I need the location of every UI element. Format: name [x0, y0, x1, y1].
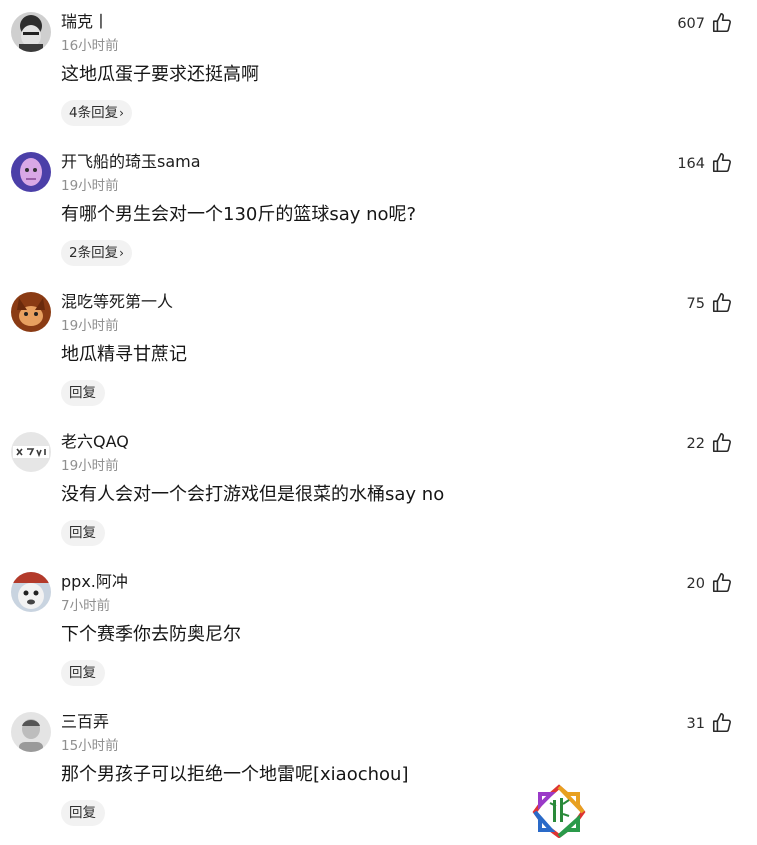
bamboo-logo-icon	[532, 784, 586, 838]
timestamp: 16小时前	[61, 38, 119, 54]
comment-text: 那个男孩子可以拒绝一个地雷呢[xiaochou]	[61, 764, 409, 785]
reply-button[interactable]: 回复	[61, 660, 105, 686]
avatar[interactable]	[11, 292, 51, 332]
comment-text: 这地瓜蛋子要求还挺高啊	[61, 64, 259, 85]
chevron-right-icon: ›	[119, 246, 124, 260]
username[interactable]: 瑞克丨	[61, 11, 109, 33]
timestamp: 19小时前	[61, 178, 119, 194]
comment-item: ppx.阿冲 7小时前 下个赛季你去防奥尼尔 回复 20	[0, 560, 757, 700]
reply-label: 4条回复	[69, 105, 119, 121]
comment-text: 没有人会对一个会打游戏但是很菜的水桶say no	[61, 484, 445, 505]
username[interactable]: 开飞船的琦玉sama	[61, 151, 201, 173]
like-count: 20	[686, 576, 705, 592]
thumbs-up-icon[interactable]	[711, 712, 733, 734]
username[interactable]: 老六QAQ	[61, 431, 129, 453]
view-replies-button[interactable]: 2条回复›	[61, 240, 132, 266]
comment-item: 瑞克丨 16小时前 这地瓜蛋子要求还挺高啊 4条回复› 607	[0, 0, 757, 140]
comment-item: 混吃等死第一人 19小时前 地瓜精寻甘蔗记 回复 75	[0, 280, 757, 420]
username[interactable]: 混吃等死第一人	[61, 291, 173, 313]
like-count: 75	[686, 296, 705, 312]
reply-label: 回复	[69, 805, 96, 821]
like-count: 607	[677, 16, 705, 32]
comment-item: 老六QAQ 19小时前 没有人会对一个会打游戏但是很菜的水桶say no 回复 …	[0, 420, 757, 560]
like-count: 22	[686, 436, 705, 452]
reply-label: 回复	[69, 525, 96, 541]
reply-button[interactable]: 回复	[61, 520, 105, 546]
timestamp: 7小时前	[61, 598, 111, 614]
avatar[interactable]	[11, 152, 51, 192]
like-count: 164	[677, 156, 705, 172]
comment-text: 有哪个男生会对一个130斤的篮球say no呢?	[61, 204, 417, 225]
thumbs-up-icon[interactable]	[711, 292, 733, 314]
username[interactable]: ppx.阿冲	[61, 571, 128, 593]
thumbs-up-icon[interactable]	[711, 12, 733, 34]
thumbs-up-icon[interactable]	[711, 152, 733, 174]
reply-label: 回复	[69, 665, 96, 681]
reply-label: 2条回复	[69, 245, 119, 261]
reply-label: 回复	[69, 385, 96, 401]
view-replies-button[interactable]: 4条回复›	[61, 100, 132, 126]
chevron-right-icon: ›	[119, 106, 124, 120]
comment-item: 开飞船的琦玉sama 19小时前 有哪个男生会对一个130斤的篮球say no呢…	[0, 140, 757, 280]
avatar[interactable]	[11, 572, 51, 612]
thumbs-up-icon[interactable]	[711, 572, 733, 594]
timestamp: 19小时前	[61, 318, 119, 334]
avatar[interactable]	[11, 712, 51, 752]
username[interactable]: 三百弄	[61, 711, 109, 733]
reply-button[interactable]: 回复	[61, 800, 105, 826]
avatar[interactable]	[11, 12, 51, 52]
timestamp: 19小时前	[61, 458, 119, 474]
reply-button[interactable]: 回复	[61, 380, 105, 406]
like-count: 31	[686, 716, 705, 732]
avatar[interactable]	[11, 432, 51, 472]
comment-text: 下个赛季你去防奥尼尔	[61, 624, 241, 645]
thumbs-up-icon[interactable]	[711, 432, 733, 454]
timestamp: 15小时前	[61, 738, 119, 754]
comment-text: 地瓜精寻甘蔗记	[61, 344, 187, 365]
comment-item: 三百弄 15小时前 那个男孩子可以拒绝一个地雷呢[xiaochou] 回复 31	[0, 700, 757, 840]
